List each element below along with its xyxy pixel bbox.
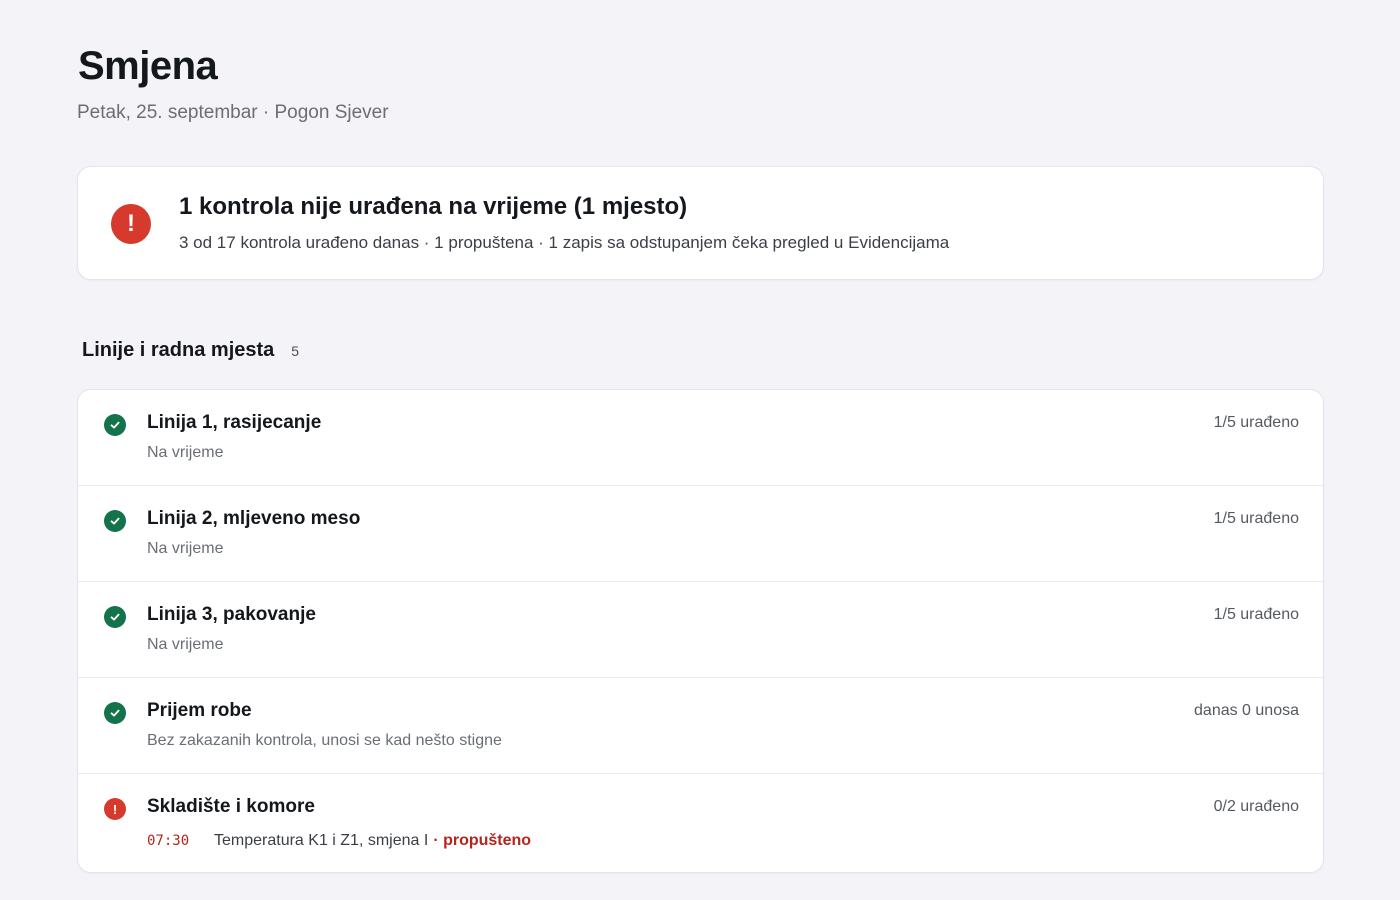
exclamation-icon: ! bbox=[111, 204, 151, 244]
row-subtitle: Na vrijeme bbox=[147, 636, 224, 653]
row-status: 1/5 urađeno bbox=[1213, 414, 1299, 431]
row-subtitle: Na vrijeme bbox=[147, 540, 224, 557]
alert-summary: 3 od 17 kontrola urađeno danas · 1 propu… bbox=[179, 233, 950, 252]
control-task: Temperatura K1 i Z1, smjena I bbox=[214, 832, 429, 849]
list-item-linija-2[interactable]: Linija 2, mljeveno meso Na vrijeme 1/5 u… bbox=[78, 486, 1323, 582]
alert-title: 1 kontrola nije urađena na vrijeme (1 mj… bbox=[179, 193, 688, 220]
control-time: 07:30 bbox=[147, 833, 190, 849]
list-item-skladiste[interactable]: ! Skladište i komore 07:30 Temperatura K… bbox=[78, 774, 1323, 870]
row-name: Skladište i komore bbox=[147, 796, 315, 817]
exclamation-circle-icon: ! bbox=[104, 798, 126, 820]
row-subtitle: Na vrijeme bbox=[147, 444, 224, 461]
section-header: Linije i radna mjesta 5 bbox=[82, 339, 299, 362]
row-name: Linija 2, mljeveno meso bbox=[147, 508, 361, 529]
row-status: danas 0 unosa bbox=[1194, 702, 1299, 719]
check-circle-icon bbox=[104, 510, 126, 532]
row-name: Linija 3, pakovanje bbox=[147, 604, 316, 625]
missed-control-detail: 07:30 Temperatura K1 i Z1, smjena I · pr… bbox=[147, 832, 531, 850]
check-circle-icon bbox=[104, 414, 126, 436]
list-item-linija-3[interactable]: Linija 3, pakovanje Na vrijeme 1/5 urađe… bbox=[78, 582, 1323, 678]
list-item-linija-1[interactable]: Linija 1, rasijecanje Na vrijeme 1/5 ura… bbox=[78, 390, 1323, 486]
list-item-prijem-robe[interactable]: Prijem robe Bez zakazanih kontrola, unos… bbox=[78, 678, 1323, 774]
page-title: Smjena bbox=[78, 44, 218, 88]
missed-control-alert[interactable]: ! 1 kontrola nije urađena na vrijeme (1 … bbox=[77, 166, 1324, 280]
section-title: Linije i radna mjesta bbox=[82, 339, 275, 361]
lines-list: Linija 1, rasijecanje Na vrijeme 1/5 ura… bbox=[77, 389, 1324, 873]
row-status: 1/5 urađeno bbox=[1213, 606, 1299, 623]
check-circle-icon bbox=[104, 606, 126, 628]
row-name: Prijem robe bbox=[147, 700, 252, 721]
section-count-badge: 5 bbox=[291, 342, 300, 359]
row-name: Linija 1, rasijecanje bbox=[147, 412, 322, 433]
row-subtitle: Bez zakazanih kontrola, unosi se kad neš… bbox=[147, 732, 502, 749]
missed-label: · propušteno bbox=[433, 832, 532, 849]
row-status: 0/2 urađeno bbox=[1213, 798, 1299, 815]
check-circle-icon bbox=[104, 702, 126, 724]
row-status: 1/5 urađeno bbox=[1213, 510, 1299, 527]
page-subtitle: Petak, 25. septembar · Pogon Sjever bbox=[77, 102, 389, 123]
